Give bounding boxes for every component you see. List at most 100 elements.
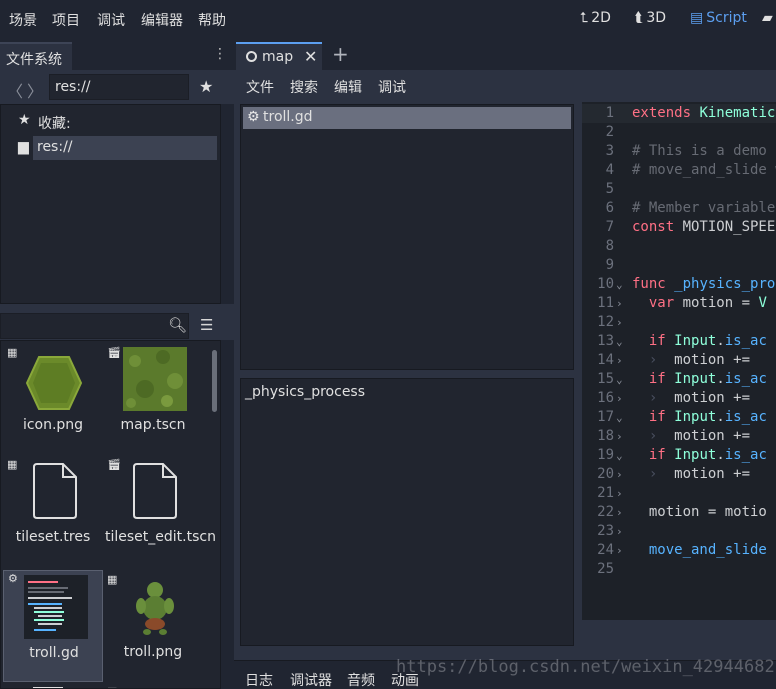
code-line[interactable]: 25 [582,560,776,579]
line-number: 23 [597,523,614,539]
method-item-physics-process[interactable]: _physics_process [245,384,365,400]
list-view-icon[interactable]: ☰ [200,316,213,334]
assetlib-icon: ▰ [762,10,773,26]
file-grid: ▦ icon.png 🎬︎ map.tscn ▦ tileset.tres 🎬︎ [0,340,221,689]
assetlib-button[interactable]: ▰ [762,10,773,26]
code-line[interactable]: 5 [582,180,776,199]
grass-thumbnail [123,347,187,411]
code-line[interactable]: 16 › › motion += [582,389,776,408]
file-search-input[interactable] [0,313,189,339]
add-tab-icon[interactable]: + [332,42,349,66]
dock-menu-icon[interactable]: ⋮ [213,46,227,62]
line-number: 13 [597,333,614,349]
file-item-tileset-edit-tscn[interactable]: 🎬︎ tileset_edit.tscn [103,455,216,567]
menu-scene[interactable]: 场景 [9,10,37,30]
fold-arrow-icon[interactable]: ⌄ [616,370,623,389]
dock-splitter[interactable] [0,304,234,312]
code-line[interactable]: 21 › [582,484,776,503]
image-icon: ▦ [7,346,18,359]
code-text: motion = motio [632,504,767,520]
code-line[interactable]: 15 ⌄ if Input.is_ac [582,370,776,389]
code-text: # Member variables [632,200,776,216]
code-line[interactable]: 17 ⌄ if Input.is_ac [582,408,776,427]
mode-2d-button[interactable]: ⮤ 2D [580,10,611,26]
code-line[interactable]: 9 [582,256,776,275]
code-editor-footer [582,620,776,646]
script-menu-search[interactable]: 搜索 [290,77,318,97]
script-menu-edit[interactable]: 编辑 [334,77,362,97]
code-line[interactable]: 19 ⌄ if Input.is_ac [582,446,776,465]
menu-help[interactable]: 帮助 [198,10,226,30]
file-item-troll-gd[interactable]: ⚙ troll.gd [3,570,103,682]
line-number: 25 [597,561,614,577]
back-arrow-icon[interactable]: 〈 [7,78,23,102]
code-line[interactable]: 14 › › motion += [582,351,776,370]
code-text: › motion += [648,390,751,406]
tree-item-favorites[interactable]: ★ 收藏: [1,110,220,134]
file-name: icon.png [22,417,84,433]
code-line[interactable]: 7 const MOTION_SPEED [582,218,776,237]
res-root-label: res:// [37,139,73,155]
file-item-map-tscn[interactable]: 🎬︎ map.tscn [103,343,203,455]
bottom-tab-output[interactable]: 日志 [245,670,273,689]
code-line[interactable]: 22 › motion = motio [582,503,776,522]
file-item-icon-png[interactable]: ▦ icon.png [3,343,103,455]
code-line[interactable]: 18 › › motion += [582,427,776,446]
favorite-star-icon[interactable]: ★ [199,77,213,96]
tab-filesystem[interactable]: 文件系统 [0,42,72,70]
code-line[interactable]: 6 # Member variables [582,199,776,218]
code-text: if Input.is_ac [648,409,767,425]
watermark-text: https://blog.csdn.net/weixin_42944682 [396,657,775,677]
3d-icon: ⮬ [635,10,644,26]
mode-script-button[interactable]: ▤ Script [690,10,747,26]
bottom-tab-debugger[interactable]: 调试器 [290,670,332,689]
script-menu-file[interactable]: 文件 [246,77,274,97]
file-item-tileset-tres[interactable]: ▦ tileset.tres [3,455,103,567]
indent-marker-icon: › [616,354,623,367]
code-text: const MOTION_SPEED [632,219,776,235]
script-icon: ▤ [690,10,704,26]
code-line[interactable]: 13 ⌄ if Input.is_ac [582,332,776,351]
mode-3d-button[interactable]: ⮬ 3D [635,10,666,26]
fold-arrow-icon[interactable]: ⌄ [616,275,623,294]
script-item-troll-gd[interactable]: ⚙ troll.gd [243,107,571,129]
file-document-icon [33,463,77,519]
code-line[interactable]: 12 › [582,313,776,332]
script-menu-debug[interactable]: 调试 [378,77,406,97]
path-input[interactable]: res:// [49,74,189,100]
fold-arrow-icon[interactable]: ⌄ [616,408,623,427]
file-grid-scrollbar[interactable] [212,350,217,412]
script-menubar: 文件 搜索 编辑 调试 [234,70,776,100]
indent-marker-icon: › [616,487,623,500]
code-line[interactable]: 4 # move_and_slide w [582,161,776,180]
code-editor[interactable]: 1 extends KinematicB 2 3 # This is a demo s4… [582,102,776,620]
code-line[interactable]: 2 [582,123,776,142]
code-line[interactable]: 23 › [582,522,776,541]
folder-icon: ▆ [18,139,29,155]
tab-map-scene[interactable]: map ✕ [236,42,322,70]
tileset-icon: ▦ [7,458,18,471]
code-line[interactable]: 3 # This is a demo s [582,142,776,161]
code-line[interactable]: 20 › › motion += [582,465,776,484]
code-text: if Input.is_ac [648,333,767,349]
code-line[interactable]: 24 › move_and_slide [582,541,776,560]
menu-project[interactable]: 项目 [52,10,80,30]
menu-debug[interactable]: 调试 [97,10,125,30]
fold-arrow-icon[interactable]: ⌄ [616,332,623,351]
forward-arrow-icon[interactable]: 〉 [27,78,43,102]
code-text: extends KinematicB [632,105,776,121]
line-number: 18 [597,428,614,444]
close-icon[interactable]: ✕ [304,47,317,66]
menu-editor[interactable]: 编辑器 [141,10,183,30]
fold-arrow-icon[interactable]: ⌄ [616,446,623,465]
code-line[interactable]: 8 [582,237,776,256]
tree-item-res-root[interactable]: res:// [33,136,217,160]
code-line[interactable]: 11 › var motion = V [582,294,776,313]
file-item-troll-png[interactable]: ▦ troll.png [103,570,203,682]
mode-2d-label: 2D [591,10,611,26]
method-list: _physics_process [240,378,574,646]
code-line[interactable]: 1 extends KinematicB [582,104,776,123]
indent-marker-icon: › [616,297,623,310]
code-line[interactable]: 10 ⌄ func _physics_proc [582,275,776,294]
bottom-tab-audio[interactable]: 音频 [347,670,375,689]
